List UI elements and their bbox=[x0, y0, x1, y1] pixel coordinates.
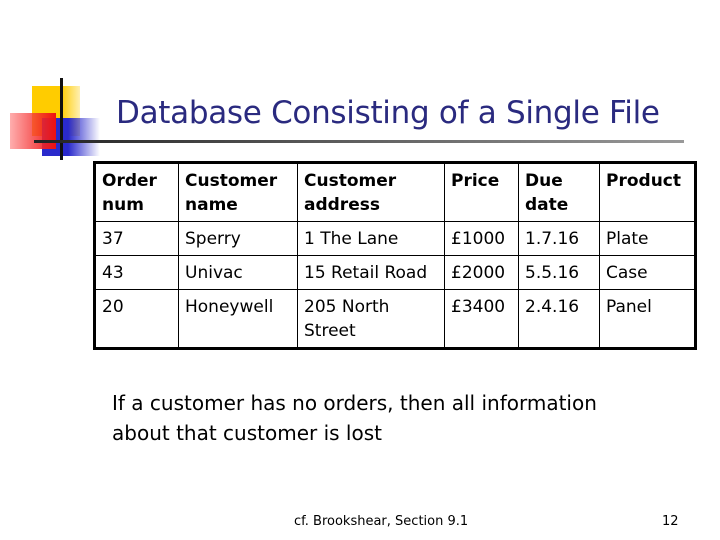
header-customer-name: Customer name bbox=[178, 162, 298, 222]
cell-order-num: 37 bbox=[94, 221, 179, 256]
cell-product: Case bbox=[599, 255, 696, 290]
cell-product: Panel bbox=[599, 289, 696, 349]
note-text: If a customer has no orders, then all in… bbox=[112, 391, 597, 445]
header-due-date: Due date bbox=[518, 162, 600, 222]
orders-table: Order num Customer name Customer address… bbox=[93, 161, 697, 350]
cell-due-date: 1.7.16 bbox=[518, 221, 600, 256]
header-price: Price bbox=[444, 162, 519, 222]
header-product: Product bbox=[599, 162, 696, 222]
cell-customer-name: Univac bbox=[178, 255, 298, 290]
table-row: 37 Sperry 1 The Lane £1000 1.7.16 Plate bbox=[94, 221, 696, 256]
table-row: 20 Honeywell 205 North Street £3400 2.4.… bbox=[94, 289, 696, 349]
cell-customer-name: Sperry bbox=[178, 221, 298, 256]
table-header-row: Order num Customer name Customer address… bbox=[94, 162, 696, 222]
cell-customer-address: 205 North Street bbox=[297, 289, 445, 349]
header-order-num: Order num bbox=[94, 162, 179, 222]
cell-customer-name: Honeywell bbox=[178, 289, 298, 349]
cell-customer-address: 1 The Lane bbox=[297, 221, 445, 256]
cell-customer-address: 15 Retail Road bbox=[297, 255, 445, 290]
cell-due-date: 5.5.16 bbox=[518, 255, 600, 290]
cell-order-num: 43 bbox=[94, 255, 179, 290]
cell-price: £1000 bbox=[444, 221, 519, 256]
cell-price: £3400 bbox=[444, 289, 519, 349]
header-customer-address: Customer address bbox=[297, 162, 445, 222]
decorative-red-square bbox=[10, 113, 56, 149]
cell-price: £2000 bbox=[444, 255, 519, 290]
table-row: 43 Univac 15 Retail Road £2000 5.5.16 Ca… bbox=[94, 255, 696, 290]
page-number: 12 bbox=[662, 514, 679, 529]
footer-citation: cf. Brookshear, Section 9.1 bbox=[294, 514, 469, 529]
slide-title: Database Consisting of a Single File bbox=[116, 95, 660, 131]
decorative-vertical-line bbox=[60, 78, 63, 160]
cell-due-date: 2.4.16 bbox=[518, 289, 600, 349]
cell-product: Plate bbox=[599, 221, 696, 256]
cell-order-num: 20 bbox=[94, 289, 179, 349]
title-underline bbox=[34, 140, 684, 143]
